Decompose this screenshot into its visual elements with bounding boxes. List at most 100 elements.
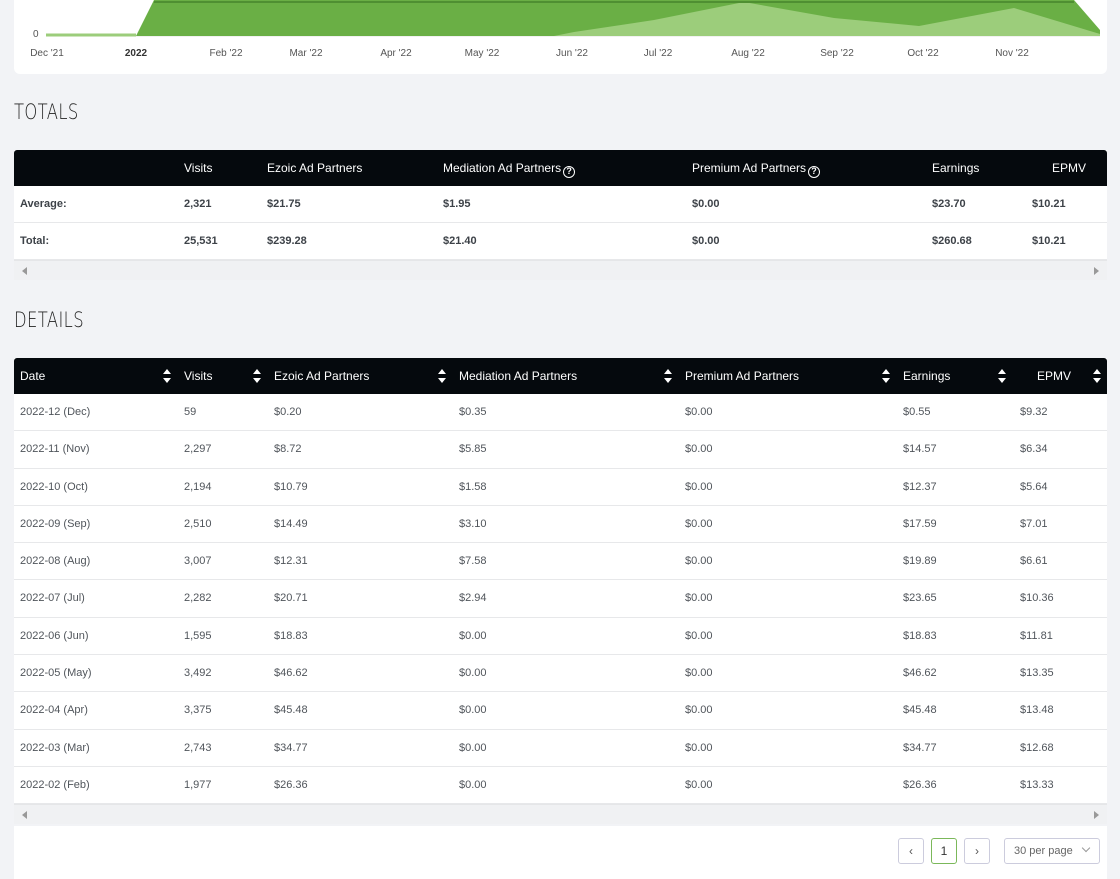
totals-cell: $21.40 bbox=[443, 235, 477, 247]
table-cell: 2022-12 (Dec) bbox=[20, 406, 91, 418]
table-cell: $0.00 bbox=[685, 443, 713, 456]
table-cell: 2022-03 (Mar) bbox=[20, 741, 90, 754]
table-cell: $18.83 bbox=[274, 629, 308, 642]
table-cell: 3,007 bbox=[184, 555, 212, 568]
table-cell: 2022-06 (Jun) bbox=[20, 629, 89, 642]
sort-icon[interactable] bbox=[664, 369, 672, 383]
table-cell: $5.85 bbox=[459, 443, 487, 456]
details-header-mediation[interactable]: Mediation Ad Partners bbox=[459, 358, 577, 394]
table-cell: 2022-07 (Jul) bbox=[20, 592, 85, 605]
totals-row-label: Average: bbox=[20, 198, 67, 210]
table-cell: $13.48 bbox=[1020, 704, 1054, 717]
table-cell: $0.00 bbox=[459, 629, 487, 642]
table-cell: $0.00 bbox=[685, 778, 713, 791]
totals-header-epmv: EPMV bbox=[1052, 161, 1087, 175]
table-row: 2022-12 (Dec) 59 $0.20 $0.35 $0.00 $0.55 $9.32 bbox=[14, 394, 1107, 432]
table-cell: $8.72 bbox=[274, 443, 302, 456]
scroll-left-arrow-icon[interactable] bbox=[22, 811, 27, 820]
sort-icon[interactable] bbox=[253, 369, 261, 383]
sort-icon[interactable] bbox=[163, 369, 171, 383]
totals-cell: $0.00 bbox=[692, 198, 720, 210]
page-1-button[interactable]: 1 bbox=[931, 838, 957, 864]
totals-header-mediation: Mediation Ad Partners? bbox=[443, 150, 576, 186]
details-header-epmv[interactable]: EPMV bbox=[1037, 358, 1071, 394]
table-cell: $45.48 bbox=[274, 704, 308, 717]
table-cell: $11.81 bbox=[1020, 629, 1053, 642]
table-cell: 2,743 bbox=[184, 741, 212, 754]
details-title: DETAILS bbox=[14, 308, 84, 332]
table-cell: 59 bbox=[184, 406, 197, 418]
table-cell: $14.49 bbox=[274, 517, 308, 530]
totals-cell: $239.28 bbox=[267, 235, 307, 247]
table-cell: 2022-04 (Apr) bbox=[20, 704, 88, 717]
details-header-ezoic[interactable]: Ezoic Ad Partners bbox=[274, 358, 369, 394]
chevron-down-icon bbox=[1081, 843, 1091, 853]
totals-header-ezoic: Ezoic Ad Partners bbox=[267, 161, 363, 175]
table-cell: $46.62 bbox=[274, 667, 308, 680]
table-cell: $7.58 bbox=[459, 555, 487, 568]
details-header-date[interactable]: Date bbox=[20, 358, 45, 394]
table-cell: 2022-11 (Nov) bbox=[20, 443, 90, 456]
per-page-select[interactable]: 30 per page bbox=[1004, 838, 1100, 864]
scroll-left-arrow-icon[interactable] bbox=[22, 267, 27, 275]
totals-row: Total: 25,531 $239.28 $21.40 $0.00 $260.68 $10… bbox=[14, 223, 1107, 260]
details-scrollbar[interactable] bbox=[14, 804, 1107, 825]
pagination: ‹ 1 › 30 per page bbox=[14, 826, 1107, 879]
x-axis-label: Sep '22 bbox=[820, 48, 854, 59]
scroll-right-arrow-icon[interactable] bbox=[1094, 811, 1099, 820]
x-axis-label: Aug '22 bbox=[731, 48, 765, 59]
table-cell: $26.36 bbox=[274, 778, 308, 791]
table-cell: 2022-10 (Oct) bbox=[20, 480, 88, 493]
table-cell: $23.65 bbox=[903, 592, 937, 605]
table-cell: $0.00 bbox=[685, 741, 713, 754]
totals-row-label: Total: bbox=[20, 235, 50, 247]
sort-icon[interactable] bbox=[438, 369, 446, 383]
help-icon[interactable]: ? bbox=[563, 166, 576, 178]
table-cell: $0.00 bbox=[685, 592, 713, 605]
table-row: 2022-10 (Oct) 2,194 $10.79 $1.58 $0.00 $12.37… bbox=[14, 469, 1107, 506]
totals-header-visits: Visits bbox=[184, 161, 213, 175]
totals-title: TOTALS bbox=[14, 100, 79, 124]
table-cell: $6.34 bbox=[1020, 443, 1048, 456]
table-row: 2022-06 (Jun) 1,595 $18.83 $0.00 $0.00 $18.83… bbox=[14, 618, 1107, 656]
details-header-earnings[interactable]: Earnings bbox=[903, 358, 950, 394]
next-page-button[interactable]: › bbox=[964, 838, 990, 864]
sort-icon[interactable] bbox=[1093, 369, 1101, 383]
table-cell: $0.00 bbox=[685, 517, 713, 530]
table-cell: $1.58 bbox=[459, 480, 487, 493]
totals-cell: $21.75 bbox=[267, 198, 301, 210]
table-row: 2022-04 (Apr) 3,375 $45.48 $0.00 $0.00 $45.48… bbox=[14, 692, 1107, 730]
table-cell: 3,375 bbox=[184, 704, 212, 717]
help-icon[interactable]: ? bbox=[808, 166, 821, 178]
totals-scrollbar[interactable] bbox=[14, 260, 1107, 280]
table-cell: $3.10 bbox=[459, 517, 487, 530]
sort-icon[interactable] bbox=[882, 369, 890, 383]
x-axis-label: 2022 bbox=[124, 48, 148, 59]
table-cell: 2022-08 (Aug) bbox=[20, 555, 91, 568]
prev-page-button[interactable]: ‹ bbox=[898, 838, 924, 864]
table-cell: $5.64 bbox=[1020, 480, 1048, 493]
table-cell: $26.36 bbox=[903, 778, 937, 791]
table-cell: $0.00 bbox=[685, 480, 713, 493]
table-cell: 2022-09 (Sep) bbox=[20, 517, 91, 530]
table-cell: $0.35 bbox=[459, 406, 487, 418]
scroll-right-arrow-icon[interactable] bbox=[1094, 267, 1099, 275]
table-cell: $17.59 bbox=[903, 517, 937, 530]
details-header-premium[interactable]: Premium Ad Partners bbox=[685, 358, 799, 394]
details-header-row: Date Visits Ezoic Ad Partners Mediation … bbox=[14, 358, 1107, 394]
totals-cell: $10.21 bbox=[1032, 235, 1066, 247]
table-row: 2022-07 (Jul) 2,282 $20.71 $2.94 $0.00 $23.65… bbox=[14, 580, 1107, 618]
table-cell: $2.94 bbox=[459, 592, 487, 605]
table-cell: 2,297 bbox=[184, 443, 212, 456]
totals-cell: 25,531 bbox=[184, 235, 218, 247]
table-cell: $13.33 bbox=[1020, 778, 1054, 791]
totals-table: Visits Ezoic Ad Partners Mediation Ad Pa… bbox=[14, 150, 1107, 280]
table-cell: 2,282 bbox=[184, 592, 212, 605]
table-cell: $20.71 bbox=[274, 592, 308, 605]
sort-icon[interactable] bbox=[998, 369, 1006, 383]
details-header-visits[interactable]: Visits bbox=[184, 358, 212, 394]
table-row: 2022-02 (Feb) 1,977 $26.36 $0.00 $0.00 $26.36… bbox=[14, 767, 1107, 805]
table-cell: $0.00 bbox=[685, 406, 713, 418]
table-cell: $45.48 bbox=[903, 704, 937, 717]
table-cell: $46.62 bbox=[903, 667, 937, 680]
